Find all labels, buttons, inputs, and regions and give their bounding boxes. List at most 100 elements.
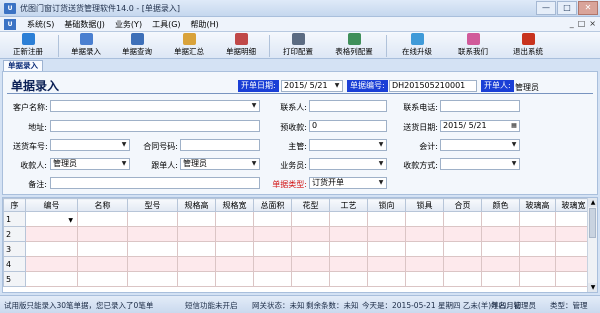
online-upgrade-button[interactable]: 在线升级: [389, 32, 445, 59]
table-cell[interactable]: [77, 256, 128, 272]
table-cell[interactable]: [25, 271, 78, 287]
table-cell[interactable]: [25, 226, 78, 242]
table-cell[interactable]: [405, 271, 444, 287]
table-cell[interactable]: [519, 241, 556, 257]
document-detail-button[interactable]: 单据明细: [215, 32, 267, 59]
table-cell[interactable]: [519, 256, 556, 272]
table-cell[interactable]: ▼: [25, 211, 78, 227]
table-cell[interactable]: [215, 211, 254, 227]
table-cell[interactable]: [443, 271, 482, 287]
chevron-down-icon[interactable]: ▼: [250, 102, 258, 110]
table-cell[interactable]: [367, 211, 406, 227]
column-header[interactable]: 名称: [77, 198, 128, 212]
vertical-scrollbar[interactable]: ▲ ▼: [587, 198, 597, 292]
document-menu-icon[interactable]: U: [4, 19, 16, 30]
address-input[interactable]: [50, 120, 260, 132]
menu-basic-data[interactable]: 基础数据(J): [59, 19, 110, 30]
register-button[interactable]: 正新注册: [0, 32, 56, 59]
table-cell[interactable]: [77, 271, 128, 287]
car-no-input[interactable]: ▼: [50, 139, 130, 151]
payee-input[interactable]: 管理员 ▼: [50, 158, 130, 170]
table-cell[interactable]: [177, 211, 216, 227]
maximize-button[interactable]: □: [557, 1, 577, 15]
doc-no-field[interactable]: DH201505210001: [389, 80, 477, 92]
table-cell[interactable]: [177, 241, 216, 257]
table-cell[interactable]: [25, 256, 78, 272]
table-cell[interactable]: [291, 226, 330, 242]
table-cell[interactable]: [481, 226, 520, 242]
table-cell[interactable]: [215, 271, 254, 287]
delivery-date-field[interactable]: 2015/ 5/21 ▦: [440, 120, 520, 132]
chevron-down-icon[interactable]: ▼: [120, 141, 128, 149]
document-search-button[interactable]: 单据查询: [111, 32, 163, 59]
table-cell[interactable]: [77, 211, 128, 227]
table-cell[interactable]: [127, 211, 178, 227]
column-header[interactable]: 规格宽: [215, 198, 254, 212]
scroll-down-icon[interactable]: ▼: [588, 283, 597, 292]
accountant-input[interactable]: ▼: [440, 139, 520, 151]
table-cell[interactable]: [367, 256, 406, 272]
table-cell[interactable]: [443, 241, 482, 257]
chevron-down-icon[interactable]: ▼: [377, 160, 385, 168]
chevron-down-icon[interactable]: ▼: [510, 160, 518, 168]
table-cell[interactable]: [481, 241, 520, 257]
table-cell[interactable]: [329, 226, 368, 242]
scroll-up-icon[interactable]: ▲: [588, 198, 597, 207]
table-cell[interactable]: [367, 271, 406, 287]
table-cell[interactable]: [405, 256, 444, 272]
table-cell[interactable]: [329, 241, 368, 257]
table-cell[interactable]: [291, 271, 330, 287]
menu-system[interactable]: 系统(S): [22, 19, 59, 30]
chevron-down-icon[interactable]: ▼: [510, 141, 518, 149]
column-header[interactable]: 编号: [25, 198, 78, 212]
table-row[interactable]: 2: [3, 226, 592, 242]
close-button[interactable]: ✕: [578, 1, 598, 15]
chevron-down-icon[interactable]: ▼: [377, 179, 385, 187]
table-cell[interactable]: [481, 271, 520, 287]
manager-input[interactable]: ▼: [309, 139, 387, 151]
column-header[interactable]: 锁具: [405, 198, 444, 212]
table-cell[interactable]: [519, 226, 556, 242]
table-cell[interactable]: [405, 211, 444, 227]
table-cell[interactable]: [127, 271, 178, 287]
table-cell[interactable]: [443, 211, 482, 227]
document-summary-button[interactable]: 单据汇总: [163, 32, 215, 59]
chevron-down-icon[interactable]: ▼: [377, 141, 385, 149]
column-header[interactable]: 合页: [443, 198, 482, 212]
table-cell[interactable]: [215, 226, 254, 242]
chevron-down-icon[interactable]: ▼: [250, 160, 258, 168]
pay-method-input[interactable]: ▼: [440, 158, 520, 170]
chevron-down-icon[interactable]: ▼: [120, 160, 128, 168]
table-cell[interactable]: [77, 226, 128, 242]
chevron-down-icon[interactable]: ▼: [333, 82, 341, 90]
table-cell[interactable]: [127, 226, 178, 242]
table-row[interactable]: 1 ▼: [3, 211, 592, 227]
follower-input[interactable]: 管理员 ▼: [180, 158, 260, 170]
tab-document-entry[interactable]: 单据录入: [3, 60, 43, 71]
table-cell[interactable]: [519, 271, 556, 287]
table-cell[interactable]: [481, 211, 520, 227]
table-cell[interactable]: [405, 241, 444, 257]
table-cell[interactable]: [329, 271, 368, 287]
table-cell[interactable]: [127, 256, 178, 272]
table-cell[interactable]: [253, 256, 292, 272]
table-cell[interactable]: [291, 241, 330, 257]
table-row[interactable]: 5: [3, 271, 592, 287]
customer-input[interactable]: ▼: [50, 100, 260, 112]
column-header[interactable]: 工艺: [329, 198, 368, 212]
table-cell[interactable]: [177, 226, 216, 242]
column-header[interactable]: 花型: [291, 198, 330, 212]
table-cell[interactable]: [291, 256, 330, 272]
scroll-thumb[interactable]: [589, 208, 596, 238]
table-cell[interactable]: [443, 256, 482, 272]
column-header[interactable]: 锁向: [367, 198, 406, 212]
menu-help[interactable]: 帮助(H): [186, 19, 224, 30]
open-date-field[interactable]: 2015/ 5/21 ▼: [281, 80, 343, 92]
table-cell[interactable]: [329, 256, 368, 272]
contact-us-button[interactable]: 联系我们: [445, 32, 501, 59]
exit-button[interactable]: 退出系统: [501, 32, 555, 59]
contact-input[interactable]: [309, 100, 387, 112]
print-config-button[interactable]: 打印配置: [272, 32, 324, 59]
table-cell[interactable]: [25, 241, 78, 257]
phone-input[interactable]: [440, 100, 520, 112]
